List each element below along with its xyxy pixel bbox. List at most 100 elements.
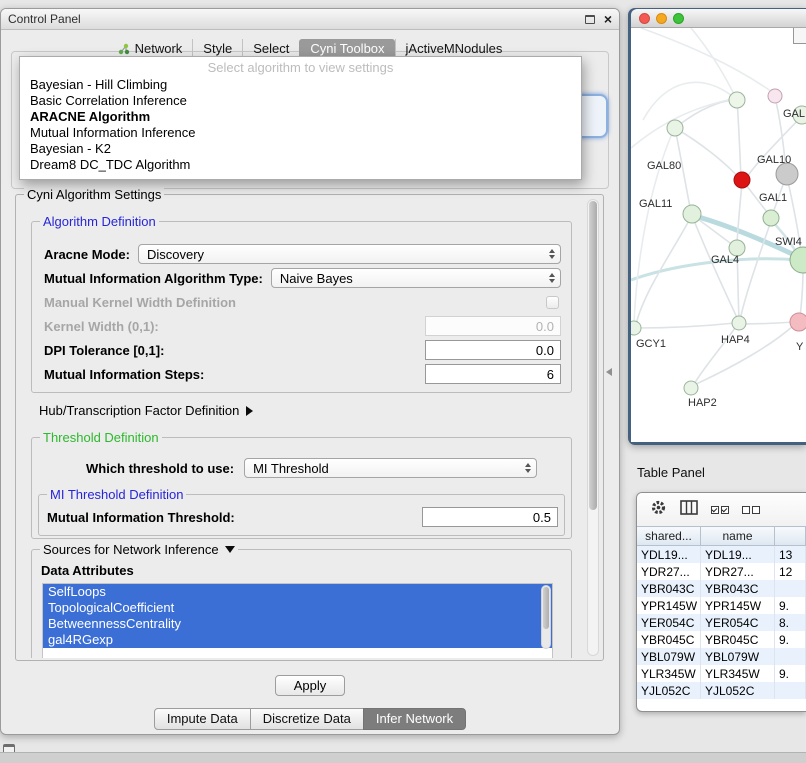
show-columns-icon[interactable] [680,500,698,520]
network-node-label: GAL4 [711,254,739,266]
mi-steps-field[interactable]: 6 [425,364,561,384]
attribute-item-betweennesscentrality[interactable]: BetweennessCentrality [43,616,552,632]
attributes-scrollbar[interactable] [541,585,551,649]
split-collapse-handle[interactable] [606,368,612,376]
network-node-label: GAL1 [759,192,787,204]
network-node-node-gray[interactable] [776,163,798,185]
close-traffic-light[interactable] [639,13,650,24]
sources-group-title[interactable]: Sources for Network Inference [40,542,238,557]
algorithm-option-mutual-information-inference[interactable]: Mutual Information Inference [20,125,581,141]
table-row[interactable]: YBL079WYBL079W [637,648,806,665]
table-cell: YBR043C [637,580,701,597]
attribute-item-gal4rgexp[interactable]: gal4RGexp [43,632,552,648]
zoom-traffic-light[interactable] [673,13,684,24]
data-attributes-list[interactable]: SelfLoopsTopologicalCoefficientBetweenne… [42,583,553,658]
which-threshold-combo[interactable]: MI Threshold [244,458,537,478]
table-row[interactable]: YDL19...YDL19...13 [637,546,806,563]
table-panel-title: Table Panel [637,465,705,480]
network-node-gal1[interactable] [763,210,779,226]
sources-group: Sources for Network Inference Data Attri… [31,549,572,658]
attr-items: SelfLoopsTopologicalCoefficientBetweenne… [43,584,552,648]
mi-steps-row: Mutual Information Steps: 6 [44,364,561,384]
apply-button[interactable]: Apply [275,675,346,696]
settings-scrollbar-thumb[interactable] [589,201,597,510]
birdseye-toggle[interactable] [793,28,806,44]
table-cell: 8. [775,614,806,631]
algorithm-dropdown-popup: Select algorithm to view settings Bayesi… [19,56,582,180]
network-node-gal80[interactable] [667,120,683,136]
table-cell: YDL19... [701,546,775,563]
bottom-tab-impute-data[interactable]: Impute Data [154,708,251,730]
network-node-node-pink-top[interactable] [768,89,782,103]
mi-threshold-group-title-text: MI Threshold Definition [50,487,183,502]
attributes-scrollbar-thumb[interactable] [543,587,549,629]
table-cell: YBR045C [701,631,775,648]
aracne-mode-combo[interactable]: Discovery [138,244,561,264]
mi-threshold-field[interactable]: 0.5 [422,507,558,527]
table-cell: 9. [775,631,806,648]
network-node-gcy1-node[interactable] [631,321,641,335]
table-row[interactable]: YPR145WYPR145W9. [637,597,806,614]
network-node-node-top-mid[interactable] [729,92,745,108]
table-row[interactable]: YBR043CYBR043C [637,580,806,597]
control-panel-window: Control Panel × NetworkStyleSelectCyni T… [0,8,620,735]
table-cell: YJL052C [701,682,775,699]
desktop: Control Panel × NetworkStyleSelectCyni T… [0,0,806,762]
deselect-all-icon[interactable] [742,506,760,514]
manual-kernel-checkbox[interactable] [546,296,559,309]
dpi-tolerance-label: DPI Tolerance [0,1]: [44,343,164,358]
table-row[interactable]: YJL052CYJL052C [637,682,806,699]
float-window-icon[interactable] [585,15,595,24]
settings-scrollbar[interactable] [587,199,599,656]
control-panel-titlebar[interactable]: Control Panel × [1,9,619,30]
select-all-icon[interactable] [711,506,729,514]
hub-definition-label: Hub/Transcription Factor Definition [39,403,239,418]
algorithm-option-aracne-algorithm[interactable]: ARACNE Algorithm [20,109,581,125]
network-node-node-pink-right[interactable] [790,313,806,331]
bottom-tab-discretize-data[interactable]: Discretize Data [250,708,364,730]
table-cell: YLR345W [637,665,701,682]
network-node-label: HAP2 [688,397,717,409]
minimize-traffic-light[interactable] [656,13,667,24]
network-canvas[interactable]: GAL80GAL10GAL11GAL1SWI4GAL4GALGCY1HAP4HA… [631,28,806,442]
table-toolbar [637,493,806,526]
attribute-item-topologicalcoefficient[interactable]: TopologicalCoefficient [43,600,552,616]
table-cell: YBR043C [701,580,775,597]
network-window-titlebar[interactable] [631,9,806,28]
bottom-tabs: Impute DataDiscretize DataInfer Network [1,708,619,730]
algorithm-option-bayesian-hill-climbing[interactable]: Bayesian - Hill Climbing [20,77,581,93]
kernel-width-label: Kernel Width (0,1): [44,319,159,334]
column-header-extra[interactable] [775,526,806,546]
table-row[interactable]: YDR27...YDR27...12 [637,563,806,580]
close-window-icon[interactable]: × [604,12,612,26]
table-row[interactable]: YLR345WYLR345W9. [637,665,806,682]
network-node-hap4-node[interactable] [732,316,746,330]
network-node-gal11[interactable] [683,205,701,223]
table-row[interactable]: YER054CYER054C8. [637,614,806,631]
threshold-definition-group: Threshold Definition Which threshold to … [31,437,572,539]
table-cell: YDR27... [701,563,775,580]
algorithm-option-dream8-dc-tdc-algorithm[interactable]: Dream8 DC_TDC Algorithm [20,157,581,173]
gear-icon[interactable] [650,499,667,521]
network-node-hap2-node[interactable] [684,381,698,395]
attribute-item-selfloops[interactable]: SelfLoops [43,584,552,600]
network-node-swi4[interactable] [790,247,806,273]
dpi-tolerance-field[interactable]: 0.0 [425,340,561,360]
column-header-name[interactable]: name [701,526,775,546]
column-header-shared[interactable]: shared... [637,526,701,546]
network-edge [641,28,772,92]
sources-group-title-text: Sources for Network Inference [43,542,219,557]
table-row[interactable]: YBR045CYBR045C9. [637,631,806,648]
algorithm-option-bayesian-k2[interactable]: Bayesian - K2 [20,141,581,157]
network-node-gal10[interactable] [734,172,750,188]
network-edge [637,323,735,328]
network-node-label: GAL11 [639,198,672,210]
bottom-tab-infer-network[interactable]: Infer Network [363,708,466,730]
hub-definition-toggle[interactable]: Hub/Transcription Factor Definition [39,403,253,418]
algorithm-option-basic-correlation-inference[interactable]: Basic Correlation Inference [20,93,581,109]
mi-type-combo[interactable]: Naive Bayes [271,268,561,288]
which-threshold-row: Which threshold to use: MI Threshold [86,458,537,478]
network-tab-icon [118,43,130,55]
kernel-width-field[interactable]: 0.0 [425,316,561,336]
network-node-label: GAL80 [647,160,681,172]
